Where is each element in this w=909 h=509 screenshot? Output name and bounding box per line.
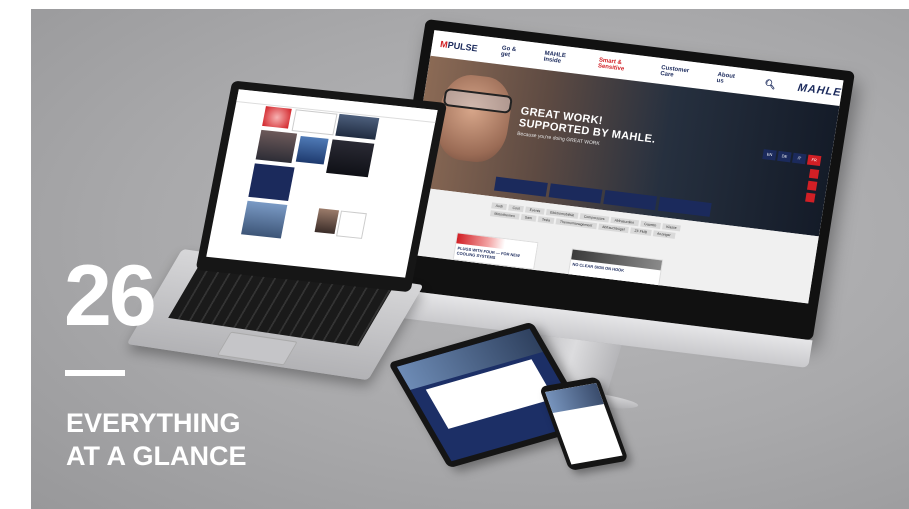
tag[interactable]: Abfrauchbügel	[597, 223, 630, 234]
mail-icon[interactable]	[806, 180, 818, 191]
article-image	[241, 200, 288, 239]
hero-tile[interactable]	[657, 196, 712, 217]
monitor-bezel: MPULSE Go & get MAHLE Inside Smart & Sen…	[383, 19, 856, 341]
article-image	[295, 135, 329, 165]
nav-item-smart-sensitive[interactable]: Smart & Sensitive	[597, 57, 637, 74]
divider-rule	[65, 370, 125, 376]
laptop	[126, 80, 448, 381]
lang-de[interactable]: DE	[777, 150, 792, 163]
tag[interactable]: Gazette	[639, 220, 661, 229]
hero-tile[interactable]	[603, 190, 658, 211]
print-icon[interactable]	[805, 192, 816, 203]
laptop-screen	[206, 89, 438, 278]
article-card[interactable]: PLUGS WITH FOUR — FOR NEW COOLING SYSTEM…	[452, 232, 539, 270]
tag[interactable]: Events	[525, 206, 545, 215]
tag[interactable]: Tesla	[537, 216, 555, 224]
nav-item-mahle-inside[interactable]: MAHLE Inside	[543, 51, 575, 67]
tag[interactable]: Motorthemen	[489, 210, 520, 220]
nav-item-about-us[interactable]: About us	[716, 72, 738, 86]
desktop-monitor: MPULSE Go & get MAHLE Inside Smart & Sen…	[374, 19, 873, 414]
brand-logo: MAHLE	[796, 81, 843, 100]
smartphone	[539, 376, 629, 471]
lang-fr[interactable]: FR	[806, 154, 822, 167]
site-logo[interactable]: MPULSE	[439, 39, 478, 53]
magazine-page: MPULSE Go & get MAHLE Inside Smart & Sen…	[0, 0, 909, 509]
article-card[interactable]	[291, 109, 338, 136]
language-switcher: EN DE IT FR	[762, 149, 822, 167]
article-image	[335, 113, 380, 140]
headline-line-1: EVERYTHING	[66, 408, 241, 438]
share-icon[interactable]	[808, 168, 820, 179]
laptop-trackpad	[216, 331, 298, 366]
article-image	[262, 106, 292, 129]
tag[interactable]: Sam	[520, 213, 537, 222]
tag[interactable]: Anzeiger	[652, 230, 676, 239]
tag[interactable]: ZF FMB	[630, 227, 652, 236]
tag[interactable]: Cool	[508, 204, 525, 213]
laptop-lid	[195, 80, 448, 293]
tag[interactable]: Klasse	[661, 223, 682, 232]
headline-line-2: AT A GLANCE	[66, 441, 247, 471]
lang-it[interactable]: IT	[792, 152, 807, 165]
article-image	[314, 208, 340, 235]
article-image	[326, 139, 375, 178]
phone-hero-image	[545, 383, 604, 414]
hero-portrait	[432, 71, 516, 166]
hero-tile[interactable]	[548, 183, 603, 204]
article-image	[255, 129, 298, 164]
promo-block[interactable]	[248, 163, 295, 202]
article-card[interactable]	[336, 210, 367, 239]
tag[interactable]: Audi	[491, 202, 508, 211]
nav-item-go-get[interactable]: Go & get	[500, 45, 521, 59]
website-screen: MPULSE Go & get MAHLE Inside Smart & Sen…	[399, 30, 844, 304]
search-icon[interactable]: 🔍︎	[764, 78, 777, 90]
article-card[interactable]: NO CLEAR SIGN ON HOOK	[567, 248, 664, 288]
issue-number: 26	[64, 248, 157, 344]
nav-item-customer-care[interactable]: Customer Care	[660, 65, 694, 81]
lang-en[interactable]: EN	[762, 149, 777, 161]
hero-tile[interactable]	[494, 176, 548, 197]
